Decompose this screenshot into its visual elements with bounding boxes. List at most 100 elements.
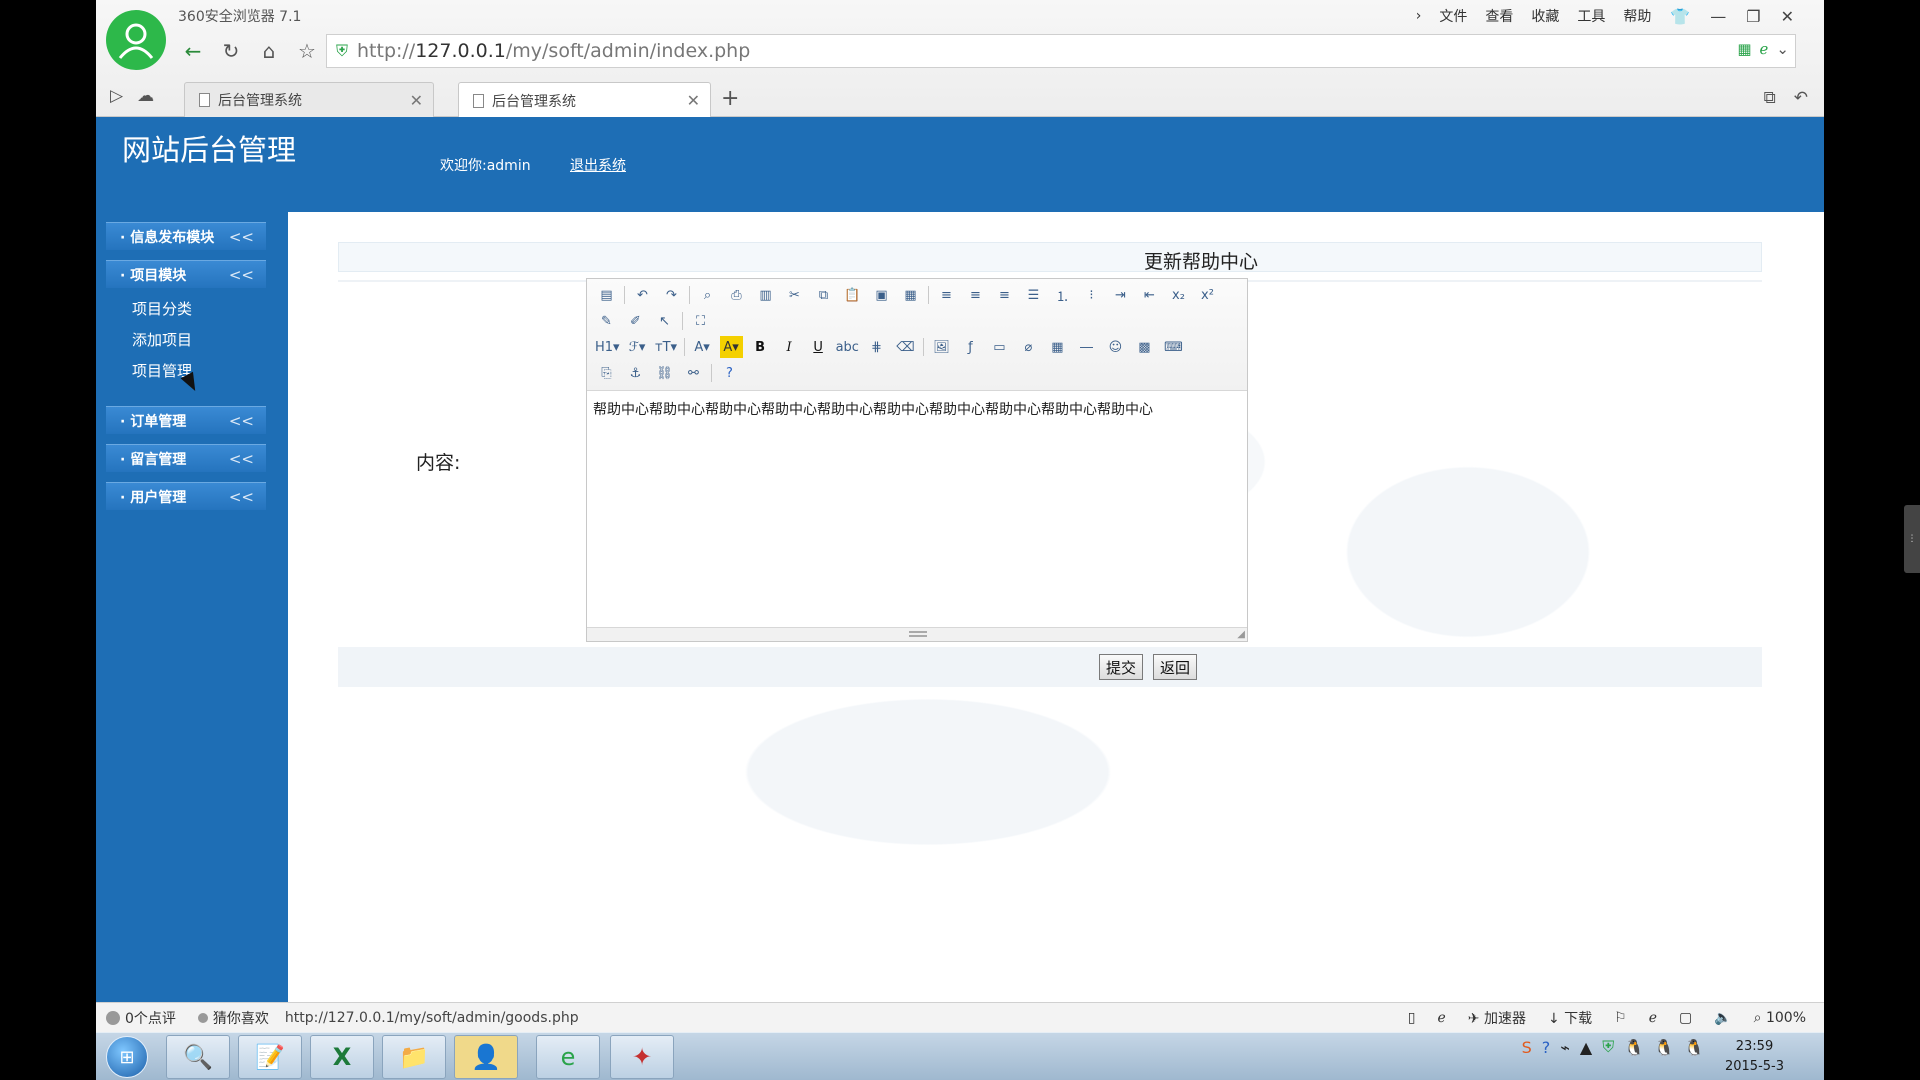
underline-icon[interactable]: U <box>807 336 830 358</box>
task-excel-icon[interactable]: X <box>310 1035 374 1079</box>
subscript-icon[interactable]: x₂ <box>1167 284 1190 306</box>
source-code-icon[interactable]: ▤ <box>595 284 618 306</box>
paste-word-icon[interactable]: ▦ <box>899 284 922 306</box>
resize-grip-icon[interactable] <box>909 631 927 637</box>
taskbar-clock[interactable]: 23:59 2015-5-3 <box>1725 1037 1784 1077</box>
brush-icon[interactable]: ✎ <box>595 310 618 332</box>
task-app-icon[interactable]: ✦ <box>610 1035 674 1079</box>
chevron-double-left-icon[interactable]: << <box>229 488 254 506</box>
volume-icon[interactable]: 🔈 <box>1714 1010 1731 1026</box>
back-arrow-icon[interactable]: ← <box>178 36 208 66</box>
align-justify-icon[interactable]: ☰ <box>1022 284 1045 306</box>
font-family-icon[interactable]: ℱ▾ <box>626 336 649 358</box>
address-url[interactable]: http://127.0.0.1/my/soft/admin/index.php <box>357 40 750 62</box>
map-icon[interactable]: ▩ <box>1133 336 1156 358</box>
chevron-double-left-icon[interactable]: << <box>229 266 254 284</box>
superscript-icon[interactable]: x² <box>1196 284 1219 306</box>
side-panel-handle[interactable]: ⋮ <box>1904 505 1920 573</box>
eraser-icon[interactable]: ⌫ <box>894 336 917 358</box>
chevron-double-left-icon[interactable]: << <box>229 228 254 246</box>
cloud-icon[interactable]: ☁ <box>137 86 154 106</box>
sidebar-item-add-project[interactable]: 添加项目 <box>132 329 192 350</box>
ie-mode-icon[interactable]: ℯ <box>1760 40 1769 58</box>
refresh-icon[interactable]: ↻ <box>216 36 246 66</box>
anchor-icon[interactable]: ⚓ <box>624 362 647 384</box>
sidebar-group-users[interactable]: · 用户管理 << <box>106 482 266 510</box>
strikethrough-icon[interactable]: abc <box>836 336 859 358</box>
zoom-control[interactable]: ⌕ 100% <box>1754 1010 1806 1026</box>
indent-icon[interactable]: ⇥ <box>1109 284 1132 306</box>
maximize-icon[interactable]: ❐ <box>1736 5 1770 28</box>
home-icon[interactable]: ⌂ <box>254 36 284 66</box>
clear-format-icon[interactable]: ✐ <box>624 310 647 332</box>
line-height-icon[interactable]: ⋕ <box>865 336 888 358</box>
address-bar[interactable]: ⛨ http://127.0.0.1/my/soft/admin/index.p… <box>326 34 1796 68</box>
link-icon[interactable]: ⛓ <box>653 362 676 384</box>
tab-1[interactable]: 后台管理系统 ✕ <box>184 82 434 117</box>
security-tray-icon[interactable]: ⛨ <box>1602 1037 1614 1057</box>
sidebar-group-info[interactable]: · 信息发布模块 << <box>106 222 266 250</box>
favorite-star-icon[interactable]: ☆ <box>292 36 322 66</box>
menu-expand-icon[interactable]: › <box>1407 4 1431 28</box>
accelerator-button[interactable]: ✈ 加速器 <box>1468 1008 1526 1028</box>
sidebar-group-orders[interactable]: · 订单管理 << <box>106 406 266 434</box>
sidebar-group-messages[interactable]: · 留言管理 << <box>106 444 266 472</box>
restore-tabs-icon[interactable]: ⧉ <box>1764 88 1776 108</box>
task-search-app-icon[interactable]: 🔍 <box>166 1035 230 1079</box>
qq-tray-icon-3[interactable]: 🐧 <box>1684 1038 1704 1057</box>
guess-like[interactable]: 猜你喜欢 <box>197 1008 269 1028</box>
tray-expand-icon[interactable]: ▲ <box>1580 1038 1592 1057</box>
flag-icon[interactable]: ⚐ <box>1614 1010 1627 1026</box>
minimize-icon[interactable]: — <box>1700 5 1736 28</box>
align-center-icon[interactable]: ≡ <box>964 284 987 306</box>
qq-tray-icon-2[interactable]: 🐧 <box>1654 1038 1674 1057</box>
attachment-icon[interactable]: ⌀ <box>1017 336 1040 358</box>
undo-icon[interactable]: ↶ <box>631 284 654 306</box>
logout-link[interactable]: 退出系统 <box>570 155 626 175</box>
close-tab-icon[interactable]: ✕ <box>687 91 700 110</box>
font-color-icon[interactable]: A▾ <box>691 336 714 358</box>
chevron-double-left-icon[interactable]: << <box>229 412 254 430</box>
resize-corner-icon[interactable]: ◢ <box>1237 629 1245 640</box>
print-icon[interactable]: ⎙ <box>725 284 748 306</box>
task-notepad-icon[interactable]: 📝 <box>238 1035 302 1079</box>
code-icon[interactable]: ⌨ <box>1162 336 1185 358</box>
comments-status[interactable]: 0个点评 <box>106 1008 176 1028</box>
skin-icon[interactable]: 👕 <box>1660 5 1700 28</box>
paste-text-icon[interactable]: ▣ <box>870 284 893 306</box>
image-icon[interactable]: 🖼 <box>930 336 953 358</box>
bold-icon[interactable]: B <box>749 336 772 358</box>
menu-item-file[interactable]: 文件 <box>1430 2 1476 30</box>
unordered-list-icon[interactable]: ⁝ <box>1080 284 1103 306</box>
editor-resize-bar[interactable]: ◢ <box>587 627 1247 641</box>
preview-icon[interactable]: ⌕ <box>696 284 719 306</box>
task-360-browser-icon[interactable]: e <box>536 1035 600 1079</box>
editor-content-area[interactable]: 帮助中心帮助中心帮助中心帮助中心帮助中心帮助中心帮助中心帮助中心帮助中心帮助中心 <box>593 399 1153 419</box>
heading-icon[interactable]: H1▾ <box>595 336 620 358</box>
dropdown-chevron-icon[interactable]: ⌄ <box>1776 40 1789 58</box>
close-window-icon[interactable]: ✕ <box>1771 5 1804 28</box>
menu-item-tools[interactable]: 工具 <box>1568 2 1614 30</box>
ordered-list-icon[interactable]: ⒈ <box>1051 284 1074 306</box>
media-icon[interactable]: ▭ <box>988 336 1011 358</box>
menu-item-help[interactable]: 帮助 <box>1614 2 1660 30</box>
horizontal-rule-icon[interactable]: ― <box>1075 336 1098 358</box>
qq-tray-icon[interactable]: 🐧 <box>1624 1038 1644 1057</box>
back-button[interactable]: 返回 <box>1153 654 1198 680</box>
cut-icon[interactable]: ✂ <box>783 284 806 306</box>
window-icon[interactable]: ▢ <box>1679 1010 1692 1026</box>
sidebar-group-project[interactable]: · 项目模块 << <box>106 260 266 288</box>
download-button[interactable]: ↓ 下载 <box>1548 1008 1592 1028</box>
network-tray-icon[interactable]: ⌁ <box>1560 1038 1570 1057</box>
help-tray-icon[interactable]: ? <box>1542 1038 1551 1057</box>
paste-icon[interactable]: 📋 <box>841 284 864 306</box>
menu-item-favorites[interactable]: 收藏 <box>1522 2 1568 30</box>
align-left-icon[interactable]: ≡ <box>935 284 958 306</box>
ie-icon[interactable]: ℯ <box>1437 1010 1445 1026</box>
help-icon[interactable]: ? <box>718 362 741 384</box>
submit-button[interactable]: 提交 <box>1099 654 1144 680</box>
highlight-color-icon[interactable]: A▾ <box>719 336 743 358</box>
close-tab-icon[interactable]: ✕ <box>410 91 423 110</box>
unlink-icon[interactable]: ⚯ <box>682 362 705 384</box>
qr-code-icon[interactable]: ▦ <box>1737 40 1751 58</box>
